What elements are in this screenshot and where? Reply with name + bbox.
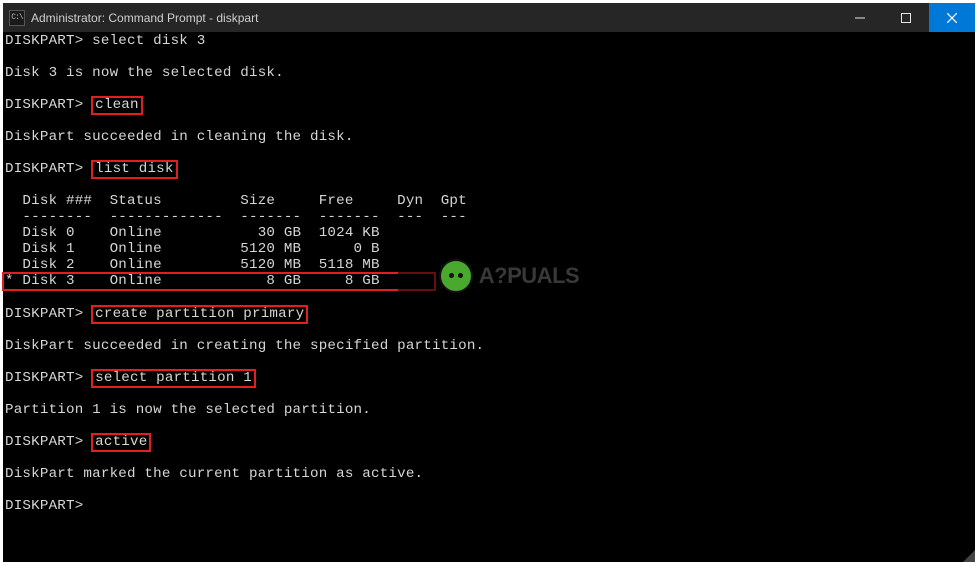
disk-table-header: Disk ### Status Size Free Dyn Gpt	[5, 193, 467, 209]
cmd-active: active	[92, 434, 150, 451]
window-controls	[837, 3, 975, 32]
cmd-select-disk: select disk 3	[92, 33, 205, 49]
prompt: DISKPART>	[5, 33, 83, 49]
prompt: DISKPART>	[5, 370, 83, 386]
cmd-icon: C:\	[9, 10, 25, 26]
maximize-button[interactable]	[883, 3, 929, 32]
resize-grip-icon[interactable]	[963, 550, 975, 562]
msg-partition-created: DiskPart succeeded in creating the speci…	[5, 338, 484, 354]
prompt: DISKPART>	[5, 161, 83, 177]
window-title: Administrator: Command Prompt - diskpart	[31, 11, 837, 25]
terminal-content[interactable]: DISKPART> select disk 3 Disk 3 is now th…	[3, 32, 975, 562]
cmd-select-partition: select partition 1	[92, 370, 255, 387]
disk-row-0: Disk 0 Online 30 GB 1024 KB	[5, 225, 380, 241]
disk-row-3-selected: * Disk 3 Online 8 GB 8 GB	[3, 273, 435, 290]
cmd-clean: clean	[92, 97, 142, 114]
watermark: A?PUALS	[398, 250, 614, 302]
prompt: DISKPART>	[5, 498, 83, 514]
disk-row-1: Disk 1 Online 5120 MB 0 B	[5, 241, 380, 257]
watermark-text: A?PUALS	[479, 268, 579, 284]
window-titlebar[interactable]: C:\ Administrator: Command Prompt - disk…	[3, 3, 975, 32]
watermark-logo-icon	[439, 259, 473, 293]
minimize-button[interactable]	[837, 3, 883, 32]
cmd-list-disk: list disk	[92, 161, 176, 178]
close-button[interactable]	[929, 3, 975, 32]
prompt: DISKPART>	[5, 306, 83, 322]
disk-table-divider: -------- ------------- ------- ------- -…	[5, 209, 467, 225]
cmd-create-partition: create partition primary	[92, 306, 307, 323]
msg-partition-selected: Partition 1 is now the selected partitio…	[5, 402, 371, 418]
msg-disk-selected: Disk 3 is now the selected disk.	[5, 65, 284, 81]
msg-clean-success: DiskPart succeeded in cleaning the disk.	[5, 129, 354, 145]
disk-row-2: Disk 2 Online 5120 MB 5118 MB	[5, 257, 380, 273]
command-prompt-window: C:\ Administrator: Command Prompt - disk…	[3, 3, 975, 506]
prompt: DISKPART>	[5, 434, 83, 450]
prompt: DISKPART>	[5, 97, 83, 113]
msg-partition-active: DiskPart marked the current partition as…	[5, 466, 423, 482]
